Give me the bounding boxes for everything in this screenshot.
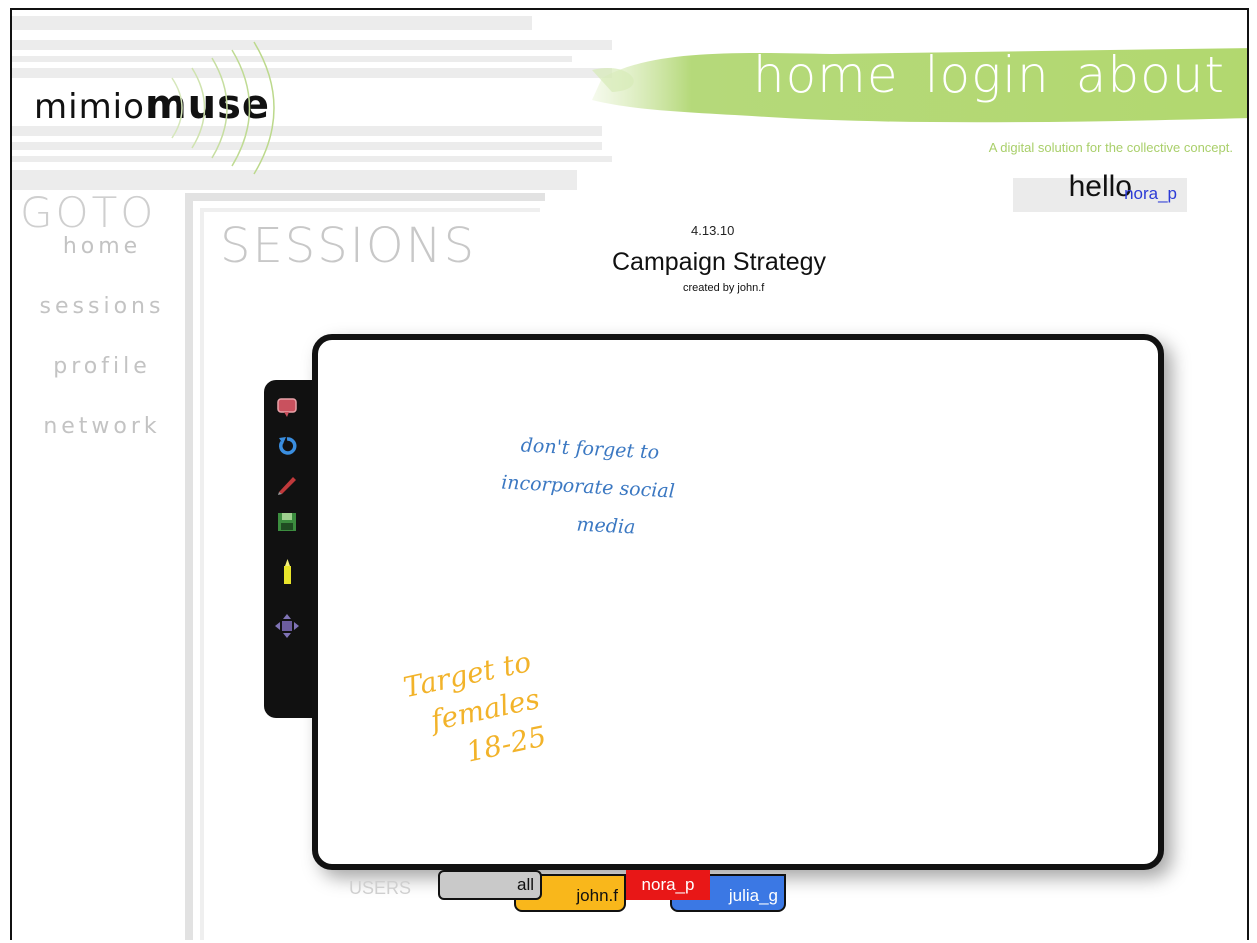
user-tab-all[interactable]: all	[438, 870, 542, 900]
sidebar-divider	[200, 208, 540, 212]
handwritten-note: don't forget to incorporate social media	[465, 424, 711, 550]
nav-login-link[interactable]: login	[925, 46, 1050, 104]
sidebar-item-sessions[interactable]: sessions	[26, 292, 178, 352]
handwritten-note: Target to females 18-25	[400, 633, 600, 782]
sidebar-item-home[interactable]: home	[26, 232, 178, 292]
move-icon[interactable]	[273, 612, 301, 640]
sidebar-divider	[200, 210, 204, 940]
signal-waves-icon	[171, 41, 275, 175]
sidebar-divider	[185, 193, 193, 940]
highlighter-icon[interactable]	[273, 558, 301, 586]
page-title: SESSIONS	[220, 218, 477, 274]
goto-heading: GOTO	[20, 188, 157, 237]
session-name: Campaign Strategy	[612, 248, 827, 276]
sidebar-divider	[185, 193, 545, 201]
comment-icon[interactable]	[273, 394, 301, 422]
nav-home-link[interactable]: home	[753, 46, 899, 104]
user-tab-label: john.f	[576, 886, 618, 905]
header-stripe	[12, 16, 532, 30]
logo-text-mimio: mimio	[34, 87, 145, 127]
save-icon[interactable]	[273, 508, 301, 536]
user-tab-label: nora_p	[641, 875, 695, 894]
sidebar-item-network[interactable]: network	[26, 412, 178, 472]
top-nav: home login about	[753, 46, 1225, 104]
user-tab-label: julia_g	[728, 886, 778, 905]
pencil-icon[interactable]	[273, 470, 301, 498]
tagline: A digital solution for the collective co…	[988, 140, 1233, 155]
sidebar-nav: home sessions profile network	[26, 232, 178, 472]
session-creator: created by john.f	[683, 282, 765, 294]
whiteboard-canvas[interactable]: don't forget to incorporate social media…	[312, 334, 1164, 870]
user-tab-label: all	[516, 875, 534, 894]
greeting-text: hello	[1068, 170, 1132, 203]
nav-about-link[interactable]: about	[1076, 46, 1225, 104]
app-frame: mimiomuse home login about A digital sol…	[10, 8, 1249, 940]
sidebar-item-profile[interactable]: profile	[26, 352, 178, 412]
users-label: USERS	[349, 878, 412, 898]
undo-icon[interactable]	[273, 432, 301, 460]
user-tab-nora-p[interactable]: nora_p	[626, 870, 710, 900]
username-link[interactable]: nora_p	[1124, 184, 1177, 204]
session-date: 4.13.10	[691, 223, 735, 238]
